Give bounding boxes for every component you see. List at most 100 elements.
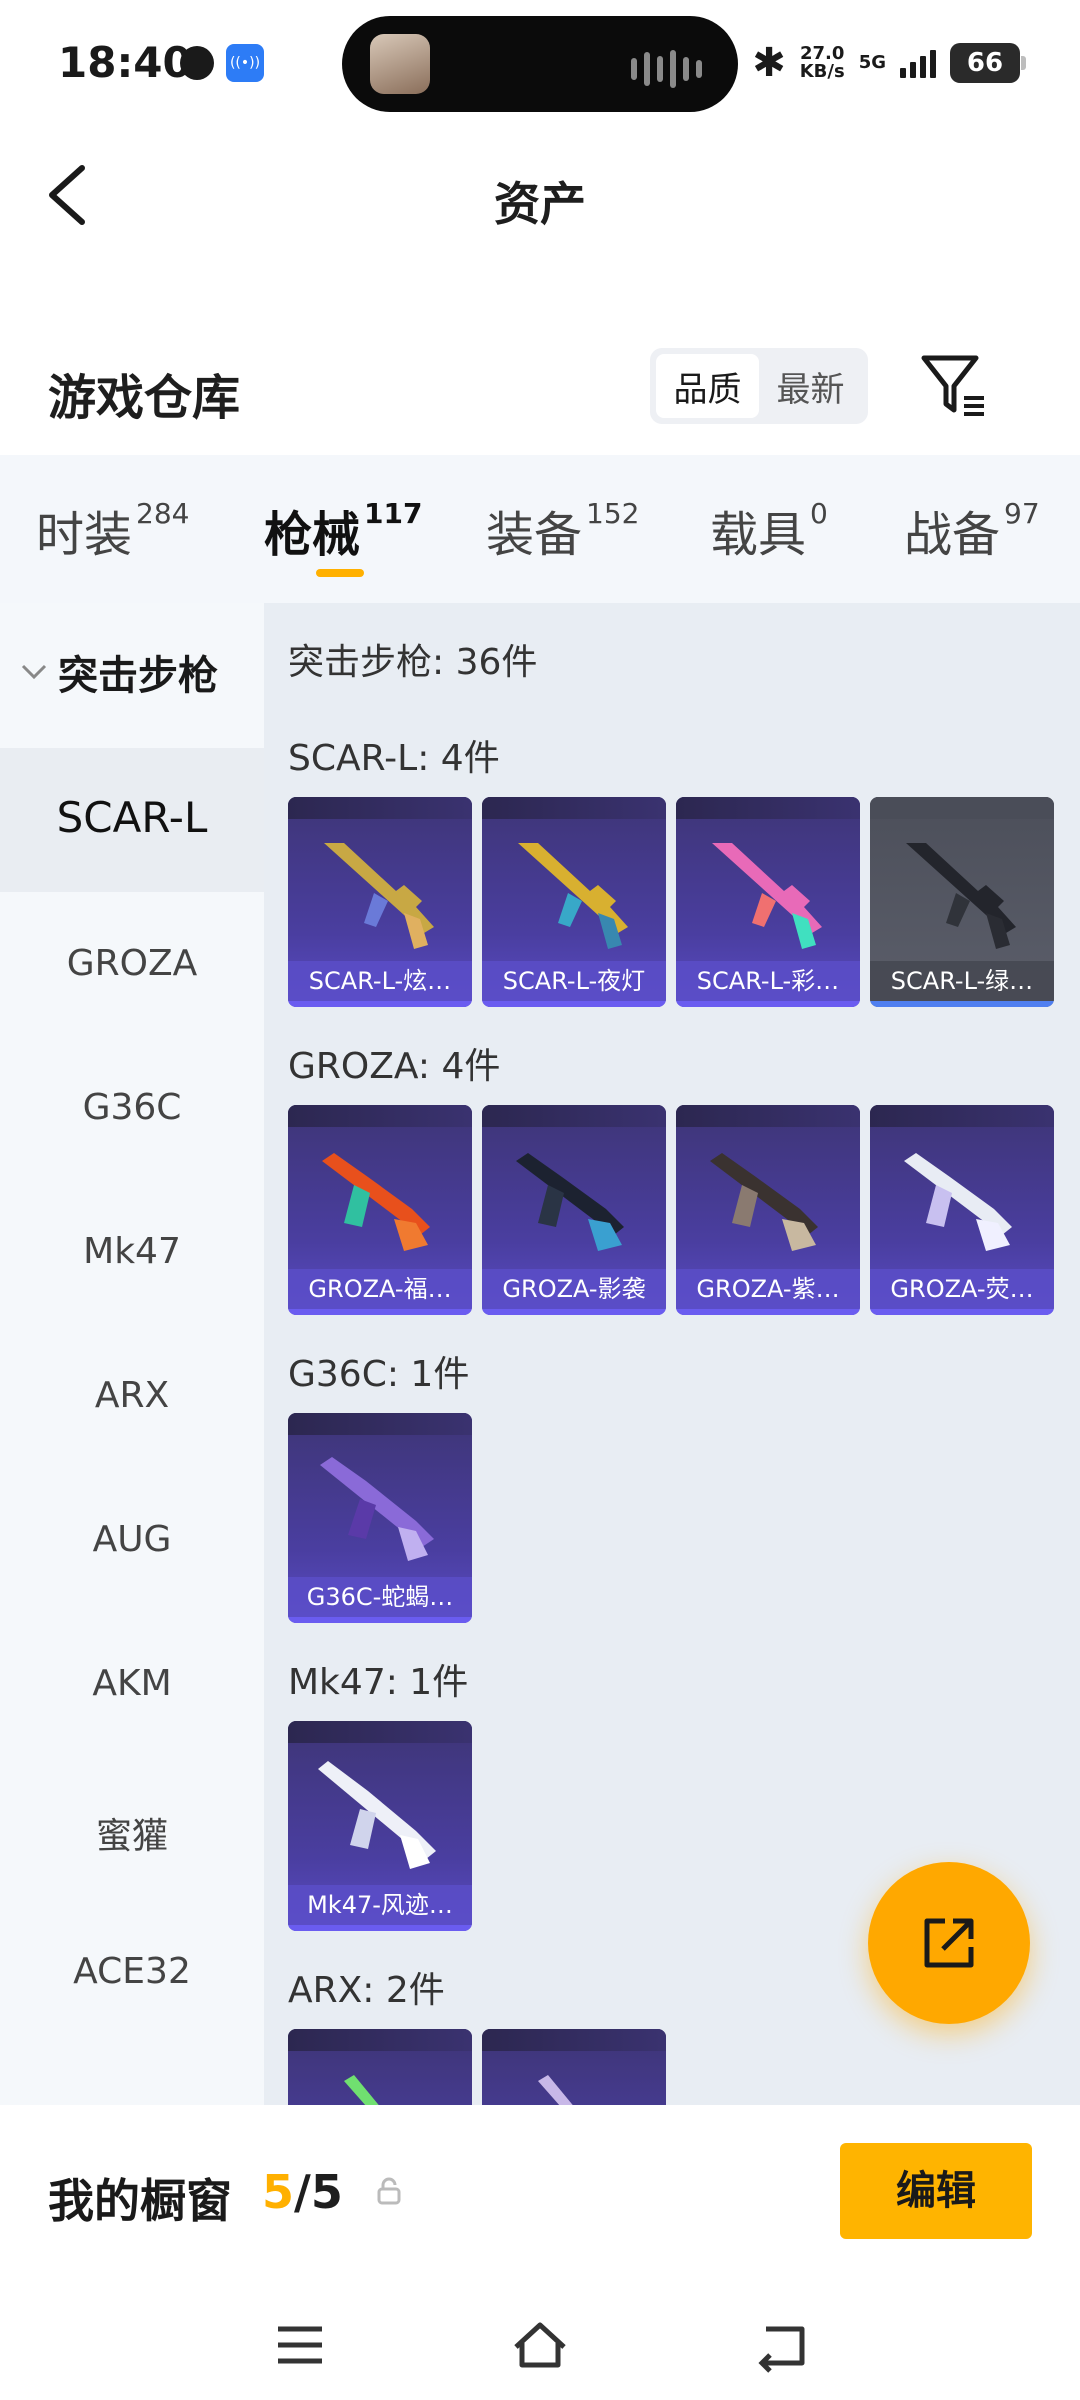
rifle-image bbox=[906, 843, 1016, 949]
tab-vehicles[interactable]: 载具 0 bbox=[710, 495, 828, 565]
active-tab-indicator bbox=[316, 569, 364, 577]
sidebar-item-mk47[interactable]: Mk47 bbox=[0, 1231, 264, 1272]
chevron-down-icon bbox=[21, 664, 47, 680]
showcase-count: 5/5 bbox=[262, 2165, 343, 2219]
group-label-g36c: G36C: 1件 bbox=[288, 1354, 470, 1395]
hotspot-icon: ((•)) bbox=[226, 44, 264, 82]
audio-wave-icon bbox=[631, 50, 702, 88]
weapon-card-name: GROZA-福… bbox=[288, 1269, 472, 1309]
battery-icon: 66 bbox=[950, 43, 1026, 83]
weapon-card[interactable]: G36C-蛇蝎… bbox=[288, 1413, 472, 1623]
weapon-card-name: Mk47-风迹… bbox=[288, 1885, 472, 1925]
rifle-image bbox=[518, 843, 628, 949]
group-label-mk47: Mk47: 1件 bbox=[288, 1662, 469, 1703]
group-label-arx: ARX: 2件 bbox=[288, 1970, 445, 2011]
rifle-image bbox=[322, 1153, 430, 1251]
rifle-image bbox=[318, 1761, 436, 1869]
rifle-image bbox=[516, 1153, 624, 1251]
group-label-groza: GROZA: 4件 bbox=[288, 1046, 501, 1087]
media-thumbnail bbox=[370, 34, 430, 94]
weapon-card[interactable]: GROZA-影袭 bbox=[482, 1105, 666, 1315]
share-export-icon bbox=[924, 1918, 974, 1968]
tab-count: 152 bbox=[586, 497, 640, 530]
rifle-image bbox=[538, 2075, 573, 2105]
weapon-card[interactable]: Mk47-风迹… bbox=[288, 1721, 472, 1931]
page-title: 资产 bbox=[494, 177, 586, 231]
sidebar-category-label: 突击步枪 bbox=[58, 653, 218, 699]
sidebar-category[interactable]: 突击步枪 bbox=[20, 643, 218, 701]
app-notification-icon bbox=[180, 46, 214, 80]
rifle-image bbox=[710, 1153, 818, 1251]
home-icon[interactable] bbox=[510, 2315, 570, 2375]
network-type: 5G bbox=[859, 54, 886, 72]
sidebar-item-ace32[interactable]: ACE32 bbox=[0, 1951, 264, 1992]
weapon-card[interactable] bbox=[482, 2029, 666, 2105]
rifle-image bbox=[712, 843, 822, 949]
showcase-label: 我的橱窗 bbox=[48, 2174, 232, 2228]
sort-quality-option[interactable]: 品质 bbox=[656, 354, 759, 418]
status-time: 18:40 bbox=[58, 38, 192, 87]
weapon-card[interactable]: GROZA-紫… bbox=[676, 1105, 860, 1315]
tab-fashion[interactable]: 时装 284 bbox=[36, 495, 189, 565]
tab-count: 0 bbox=[810, 497, 828, 530]
signal-icon bbox=[900, 48, 936, 78]
sidebar: 突击步枪 SCAR-L GROZA G36C Mk47 ARX AUG AKM … bbox=[0, 603, 264, 2105]
tab-label: 时装 bbox=[36, 507, 133, 563]
tab-equipment[interactable]: 装备 152 bbox=[486, 495, 639, 565]
net-speed: 27.0 KB/s bbox=[800, 45, 845, 81]
weapon-card-name: GROZA-荧… bbox=[870, 1269, 1054, 1309]
tab-supplies[interactable]: 战备 97 bbox=[904, 495, 1040, 565]
sidebar-item-scar-l[interactable]: SCAR-L bbox=[0, 793, 264, 842]
sidebar-item-arx[interactable]: ARX bbox=[0, 1375, 264, 1416]
edit-button[interactable]: 编辑 bbox=[840, 2143, 1032, 2239]
weapon-card-name: SCAR-L-彩… bbox=[676, 961, 860, 1001]
showcase-bar: 我的橱窗 5/5 编辑 bbox=[0, 2105, 1080, 2400]
group-label-scar-l: SCAR-L: 4件 bbox=[288, 738, 500, 779]
tab-count: 284 bbox=[136, 497, 190, 530]
category-tabs: 时装 284 枪械 117 装备 152 载具 0 战备 97 bbox=[0, 455, 1080, 603]
net-speed-unit: KB/s bbox=[799, 61, 845, 82]
tab-firearms[interactable]: 枪械 117 bbox=[264, 495, 422, 565]
network-label: 5G bbox=[858, 52, 886, 73]
sidebar-item-aug[interactable]: AUG bbox=[0, 1519, 264, 1560]
showcase-total: 5 bbox=[310, 2165, 343, 2219]
share-export-button[interactable] bbox=[868, 1862, 1030, 2024]
rifle-image bbox=[904, 1153, 1012, 1251]
weapon-card-name: G36C-蛇蝎… bbox=[288, 1577, 472, 1617]
weapon-card-name: SCAR-L-炫… bbox=[288, 961, 472, 1001]
menu-icon[interactable] bbox=[270, 2315, 330, 2375]
section-title: 游戏仓库 bbox=[48, 370, 241, 426]
weapon-card[interactable]: SCAR-L-炫… bbox=[288, 797, 472, 1007]
weapon-card-name: SCAR-L-绿… bbox=[870, 961, 1054, 1001]
sort-toggle: 品质 最新 bbox=[650, 348, 868, 424]
weapon-card[interactable] bbox=[288, 2029, 472, 2105]
dynamic-island[interactable] bbox=[342, 16, 738, 112]
sidebar-item-groza[interactable]: GROZA bbox=[0, 943, 264, 984]
lock-icon bbox=[377, 2177, 401, 2205]
tab-label: 枪械 bbox=[264, 507, 361, 563]
tab-count: 97 bbox=[1004, 497, 1040, 530]
tab-label: 载具 bbox=[710, 507, 807, 563]
bluetooth-icon: ✱ bbox=[752, 40, 786, 86]
weapon-card[interactable]: GROZA-荧… bbox=[870, 1105, 1054, 1315]
filter-icon[interactable] bbox=[918, 352, 990, 420]
sort-newest-option[interactable]: 最新 bbox=[759, 354, 862, 418]
status-right: ✱ 27.0 KB/s 5G 66 bbox=[752, 40, 1026, 86]
weapon-card-name: GROZA-紫… bbox=[676, 1269, 860, 1309]
back-nav-icon[interactable] bbox=[752, 2315, 812, 2375]
category-total: 突击步枪: 36件 bbox=[288, 642, 538, 683]
weapon-card-name: GROZA-影袭 bbox=[482, 1269, 666, 1309]
weapon-card[interactable]: SCAR-L-彩… bbox=[676, 797, 860, 1007]
sidebar-item-g36c[interactable]: G36C bbox=[0, 1087, 264, 1128]
weapon-card[interactable]: SCAR-L-夜灯 bbox=[482, 797, 666, 1007]
weapon-card[interactable]: SCAR-L-绿… bbox=[870, 797, 1054, 1007]
rifle-image bbox=[344, 2075, 379, 2105]
weapon-card[interactable]: GROZA-福… bbox=[288, 1105, 472, 1315]
tab-label: 战备 bbox=[904, 507, 1001, 563]
showcase-used: 5 bbox=[262, 2165, 295, 2219]
sidebar-item-akm[interactable]: AKM bbox=[0, 1663, 264, 1704]
rifle-image bbox=[320, 1457, 434, 1561]
rifle-image bbox=[324, 843, 434, 949]
sidebar-item-honey-badger[interactable]: 蜜獾 bbox=[0, 1807, 264, 1859]
showcase-separator: / bbox=[294, 2165, 311, 2219]
